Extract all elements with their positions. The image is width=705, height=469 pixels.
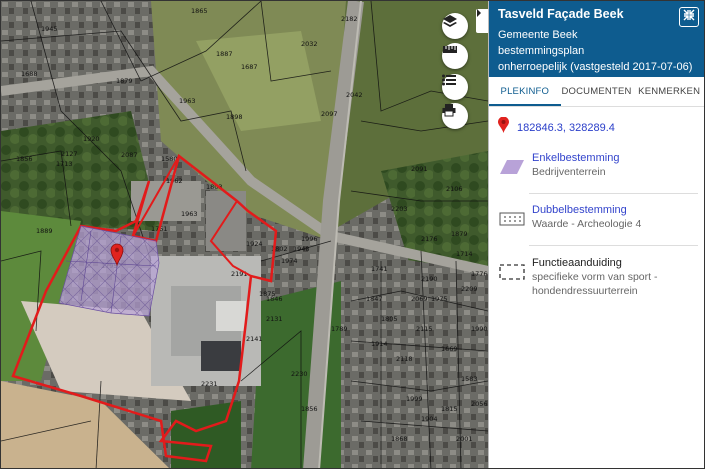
parcel-number-label: 2230 (291, 370, 308, 378)
municipality-label: Gemeente Beek (498, 29, 578, 41)
parcel-number-label: 1805 (381, 315, 398, 323)
parcel-number-label: 2056 (471, 400, 488, 408)
parcel-number-label: 2115 (416, 325, 433, 333)
tab-kenmerken[interactable]: KENMERKEN (632, 77, 704, 106)
parcel-number-label: 1945 (41, 25, 58, 33)
parcel-number-label: 1789 (331, 325, 348, 333)
print-button[interactable] (442, 103, 468, 129)
parcel-number-label: 2190 (421, 275, 438, 283)
dubbelbestemming-item[interactable]: Dubbelbestemming Waarde - Archeologie 4 (489, 203, 704, 233)
item-subtitle: Waarde - Archeologie 4 (532, 218, 642, 230)
map-viewport[interactable]: 1865 2182 1945 1887 1688 1687 1879 1963 1898 1920… (1, 1, 488, 469)
parcel-number-label: 1996 (301, 235, 318, 243)
item-title: Functieaanduiding (532, 257, 622, 269)
parcel-number-label: 2131 (266, 315, 283, 323)
parcel-number-label: 1948 (293, 245, 310, 253)
tab-plekinfo[interactable]: PLEKINFO (489, 77, 561, 106)
legend-button[interactable] (442, 74, 468, 100)
item-subtitle: specifieke vorm van sport - hondendressu… (532, 271, 658, 297)
parcel-number-label: 1815 (441, 405, 458, 413)
parcel-number-label: 2097 (321, 110, 338, 118)
close-panel-button[interactable] (679, 7, 699, 27)
app-frame: 1865 2182 1945 1887 1688 1687 1879 1963 1898 1920… (0, 0, 705, 469)
parcel-number-label: 1741 (371, 265, 388, 273)
parcel-number-label: 2191 (231, 270, 248, 278)
item-title[interactable]: Enkelbestemming (532, 151, 619, 165)
panel-tabs: PLEKINFO DOCUMENTEN KENMERKEN (489, 77, 704, 107)
parcel-number-label: 1865 (191, 7, 208, 15)
plan-title: Tasveld Façade Beek (498, 7, 624, 21)
parcel-number-label: 1879 (116, 77, 133, 85)
enkelbestemming-item[interactable]: Enkelbestemming Bedrijventerrein (489, 151, 704, 181)
collapse-icon (683, 8, 695, 26)
parcel-number-label: 2209 (461, 285, 478, 293)
measure-button[interactable] (442, 43, 468, 69)
parcel-number-label: 1847 (366, 295, 383, 303)
parcel-number-label: 2182 (341, 15, 358, 23)
dotted-rectangle-icon (498, 205, 526, 233)
parcel-number-label: 2127 (61, 150, 78, 158)
dashed-rectangle-icon (498, 258, 526, 286)
parcel-number-label: 2176 (421, 235, 438, 243)
parcel-number-label: 1963 (179, 97, 196, 105)
parcel-number-label: 2118 (396, 355, 413, 363)
parcel-number-label: 2069 (411, 295, 428, 303)
parcel-number-label: 1879 (451, 230, 468, 238)
aerial-photo[interactable]: 1865 2182 1945 1887 1688 1687 1879 1963 1898 1920… (1, 1, 488, 469)
parcel-number-label: 1846 (266, 295, 283, 303)
plan-status-label: onherroepelijk (vastgesteld 2017-07-06) (498, 61, 693, 73)
divider (529, 245, 698, 246)
parcel-number-label: 2203 (391, 205, 408, 213)
divider (529, 193, 698, 194)
parcel-number-label: 2141 (246, 335, 263, 343)
parcel-number-label: 2042 (346, 91, 363, 99)
parcel-number-label: 1914 (371, 340, 388, 348)
parcel-number-label: 1898 (226, 113, 243, 121)
parcel-number-label: 1856 (16, 155, 33, 163)
coordinates-link[interactable]: 182846.3, 328289.4 (517, 122, 615, 134)
item-subtitle: Bedrijventerrein (532, 166, 606, 178)
parcel-number-label: 1963 (181, 210, 198, 218)
parcel-number-label: 1868 (391, 435, 408, 443)
parcel-number-label: 2091 (411, 165, 428, 173)
parcel-number-label: 1975 (431, 295, 448, 303)
parcel-number-label: 1920 (83, 135, 100, 143)
tab-documenten[interactable]: DOCUMENTEN (561, 77, 633, 106)
parcel-number-label: 1974 (281, 257, 298, 265)
coordinates-row: 182846.3, 328289.4 (498, 116, 615, 138)
parcel-number-label: 1924 (246, 240, 263, 248)
parcel-number-label: 1999 (406, 395, 423, 403)
map-pin-icon (498, 116, 509, 138)
parcel-number-label: 1889 (36, 227, 53, 235)
parcel-number-label: 2001 (456, 435, 473, 443)
functieaanduiding-item: Functieaanduiding specifieke vorm van sp… (489, 256, 704, 298)
layers-button[interactable] (442, 13, 468, 39)
panel-toggle-button[interactable] (476, 9, 488, 33)
parcel-number-label: 1776 (471, 270, 488, 278)
parcel-number-label: 1904 (421, 415, 438, 423)
parcel-number-label: 1687 (241, 63, 258, 71)
parcel-number-label: 1713 (56, 160, 73, 168)
parcel-number-label: 2106 (446, 185, 463, 193)
panel-header: Tasveld Façade Beek Gemeente Beek bestem… (489, 1, 704, 77)
parcel-number-label: 2087 (121, 151, 138, 159)
parcel-number-label: 1887 (216, 50, 233, 58)
plan-type-label: bestemmingsplan (498, 45, 585, 57)
parcel-number-label: 1688 (21, 70, 38, 78)
parcel-number-label: 1669 (441, 345, 458, 353)
parcel-number-label: 1856 (301, 405, 318, 413)
parcel-number-label: 2231 (201, 380, 218, 388)
info-panel: Tasveld Façade Beek Gemeente Beek bestem… (488, 1, 704, 468)
purple-parallelogram-icon (498, 153, 526, 181)
item-title[interactable]: Dubbelbestemming (532, 203, 641, 217)
parcel-number-label: 1583 (461, 375, 478, 383)
parcel-number-label: 2032 (301, 40, 318, 48)
parcel-number-label: 1714 (456, 250, 473, 258)
parcel-number-label: 1990 (471, 325, 488, 333)
